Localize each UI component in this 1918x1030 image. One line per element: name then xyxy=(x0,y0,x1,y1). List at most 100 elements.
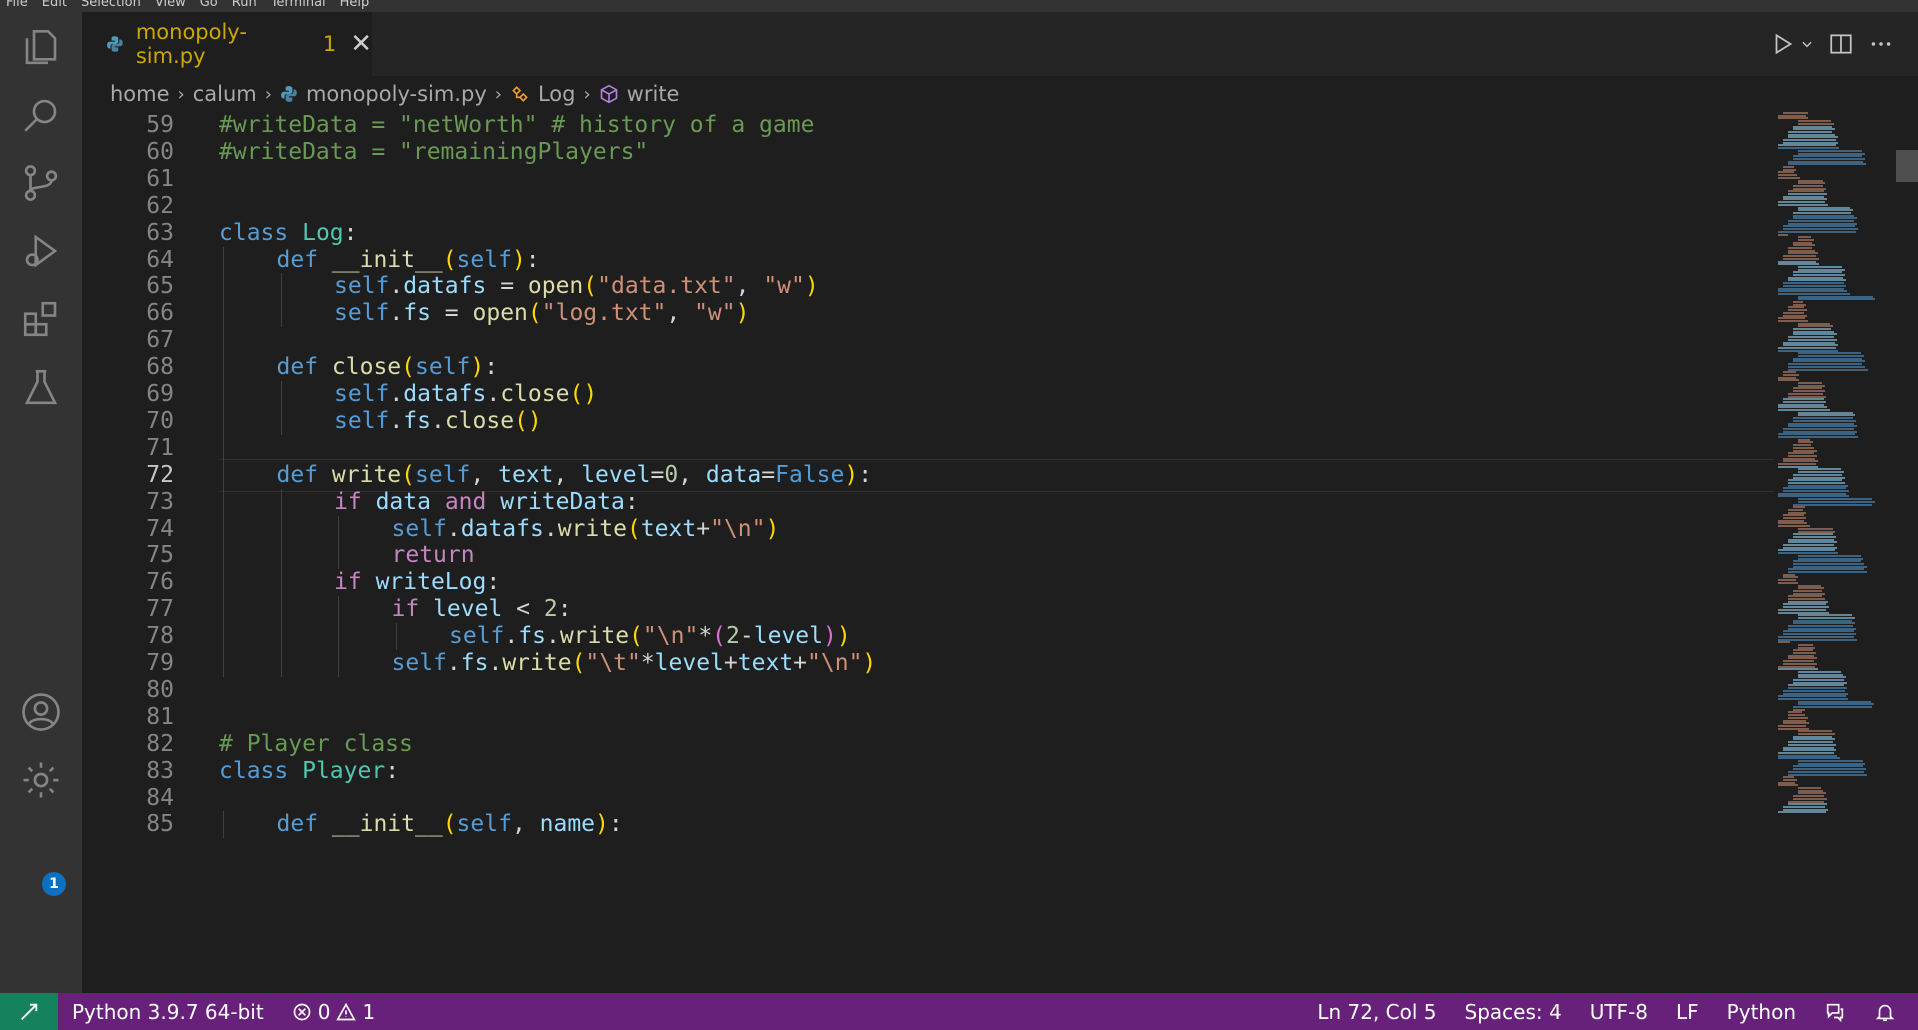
code-editor[interactable]: 59 #writeData = "netWorth" # history of a… xyxy=(82,112,1774,993)
minimap-line xyxy=(1778,406,1827,409)
breadcrumb-file[interactable]: monopoly-sim.py xyxy=(306,82,487,106)
vertical-scrollbar[interactable] xyxy=(1896,150,1918,182)
breadcrumb-home[interactable]: home xyxy=(110,82,170,106)
indentation[interactable]: Spaces: 4 xyxy=(1451,1000,1576,1024)
minimap-line xyxy=(1783,344,1838,347)
minimap-line xyxy=(1793,125,1832,128)
minimap[interactable] xyxy=(1774,112,1918,993)
menu-terminal[interactable]: Terminal xyxy=(271,0,326,12)
minimap-line xyxy=(1783,166,1794,168)
minimap-line xyxy=(1788,716,1808,719)
run-debug-button[interactable] xyxy=(0,216,82,286)
minimap-line xyxy=(1783,746,1834,749)
status-bar: Python 3.9.7 64-bit 0 1 Ln 72, Col 5 Spa… xyxy=(0,993,1918,1030)
python-interpreter[interactable]: Python 3.9.7 64-bit xyxy=(58,1000,278,1024)
source-control-button[interactable] xyxy=(0,148,82,218)
accounts-button[interactable] xyxy=(0,677,82,747)
minimap-line xyxy=(1793,562,1864,565)
minimap-line xyxy=(1778,114,1806,117)
indent-guide xyxy=(280,273,282,328)
menu-view[interactable]: View xyxy=(155,0,186,12)
minimap-line xyxy=(1798,700,1872,703)
minimap-line xyxy=(1788,220,1855,222)
feedback-button[interactable] xyxy=(1810,1001,1860,1023)
minimap-line xyxy=(1783,662,1818,665)
minimap-line xyxy=(1788,773,1867,776)
minimap-line xyxy=(1788,249,1816,252)
minimap-line xyxy=(1793,271,1843,274)
minimap-line xyxy=(1793,446,1814,449)
breadcrumb-class-log[interactable]: Log xyxy=(538,82,576,106)
testing-button[interactable] xyxy=(0,352,82,422)
minimap-line xyxy=(1783,603,1826,606)
minimap-line xyxy=(1778,465,1819,468)
manage-button[interactable] xyxy=(0,745,82,815)
minimap-line xyxy=(1783,373,1799,376)
minimap-line xyxy=(1798,236,1812,239)
tab-monopoly-sim[interactable]: monopoly-sim.py 1 ✕ xyxy=(82,12,372,76)
minimap-line xyxy=(1798,787,1821,789)
menu-selection[interactable]: Selection xyxy=(81,0,141,12)
minimap-line xyxy=(1788,484,1848,487)
minimap-line xyxy=(1778,292,1850,295)
accounts-badge: 1 xyxy=(42,872,66,896)
breadcrumb-method-write[interactable]: write xyxy=(627,82,680,106)
minimap-line xyxy=(1793,444,1812,447)
minimap-line xyxy=(1798,382,1822,384)
minimap-line xyxy=(1798,557,1864,560)
tab-problem-count: 1 xyxy=(322,32,337,56)
run-python-file-icon[interactable] xyxy=(1770,31,1796,57)
more-actions-icon[interactable] xyxy=(1868,31,1894,57)
chevron-down-icon[interactable] xyxy=(1800,37,1814,51)
minimap-line xyxy=(1783,487,1846,490)
menu-file[interactable]: File xyxy=(6,0,28,12)
code-line[interactable]: 85 def __init__(self, name): xyxy=(82,808,1774,841)
minimap-line xyxy=(1798,616,1855,619)
explorer-button[interactable] xyxy=(0,12,82,82)
minimap-line xyxy=(1793,533,1834,536)
minimap-line xyxy=(1783,606,1829,609)
minimap-line xyxy=(1778,436,1858,438)
minimap-line xyxy=(1788,541,1837,544)
menu-help[interactable]: Help xyxy=(340,0,370,12)
minimap-line xyxy=(1788,684,1845,687)
minimap-line xyxy=(1778,549,1835,552)
split-editor-icon[interactable] xyxy=(1828,31,1854,57)
minimap-line xyxy=(1778,409,1830,411)
close-icon[interactable]: ✕ xyxy=(350,31,372,57)
feedback-icon xyxy=(1826,1003,1844,1022)
extensions-button[interactable] xyxy=(0,284,82,354)
search-button[interactable] xyxy=(0,80,82,150)
end-of-line[interactable]: LF xyxy=(1662,1000,1713,1024)
minimap-line xyxy=(1798,554,1861,557)
menu-go[interactable]: Go xyxy=(200,0,218,12)
minimap-line xyxy=(1788,568,1865,571)
minimap-line xyxy=(1788,365,1866,368)
minimap-line xyxy=(1778,317,1805,320)
menu-edit[interactable]: Edit xyxy=(42,0,67,12)
minimap-line xyxy=(1788,452,1815,455)
minimap-line xyxy=(1783,576,1798,579)
cursor-position[interactable]: Ln 72, Col 5 xyxy=(1303,1000,1450,1024)
minimap-line xyxy=(1793,155,1863,158)
minimap-line xyxy=(1778,201,1825,204)
menu-run[interactable]: Run xyxy=(232,0,257,12)
problems-indicator[interactable]: 0 1 xyxy=(278,1000,389,1024)
minimap-line xyxy=(1793,360,1865,363)
notifications-button[interactable] xyxy=(1860,1001,1918,1023)
remote-button[interactable] xyxy=(0,993,58,1030)
encoding[interactable]: UTF-8 xyxy=(1576,1000,1662,1024)
minimap-line xyxy=(1778,263,1820,266)
language-mode[interactable]: Python xyxy=(1713,1000,1810,1024)
minimap-line xyxy=(1793,419,1856,422)
minimap-line xyxy=(1778,290,1847,293)
minimap-line xyxy=(1788,743,1836,746)
minimap-line xyxy=(1778,176,1800,179)
breadcrumb-calum[interactable]: calum xyxy=(193,82,257,106)
minimap-line xyxy=(1783,457,1816,460)
minimap-line xyxy=(1783,228,1858,231)
python-file-icon xyxy=(281,86,297,102)
minimap-line xyxy=(1778,233,1789,236)
minimap-line xyxy=(1783,749,1837,752)
minimap-line xyxy=(1798,587,1824,590)
